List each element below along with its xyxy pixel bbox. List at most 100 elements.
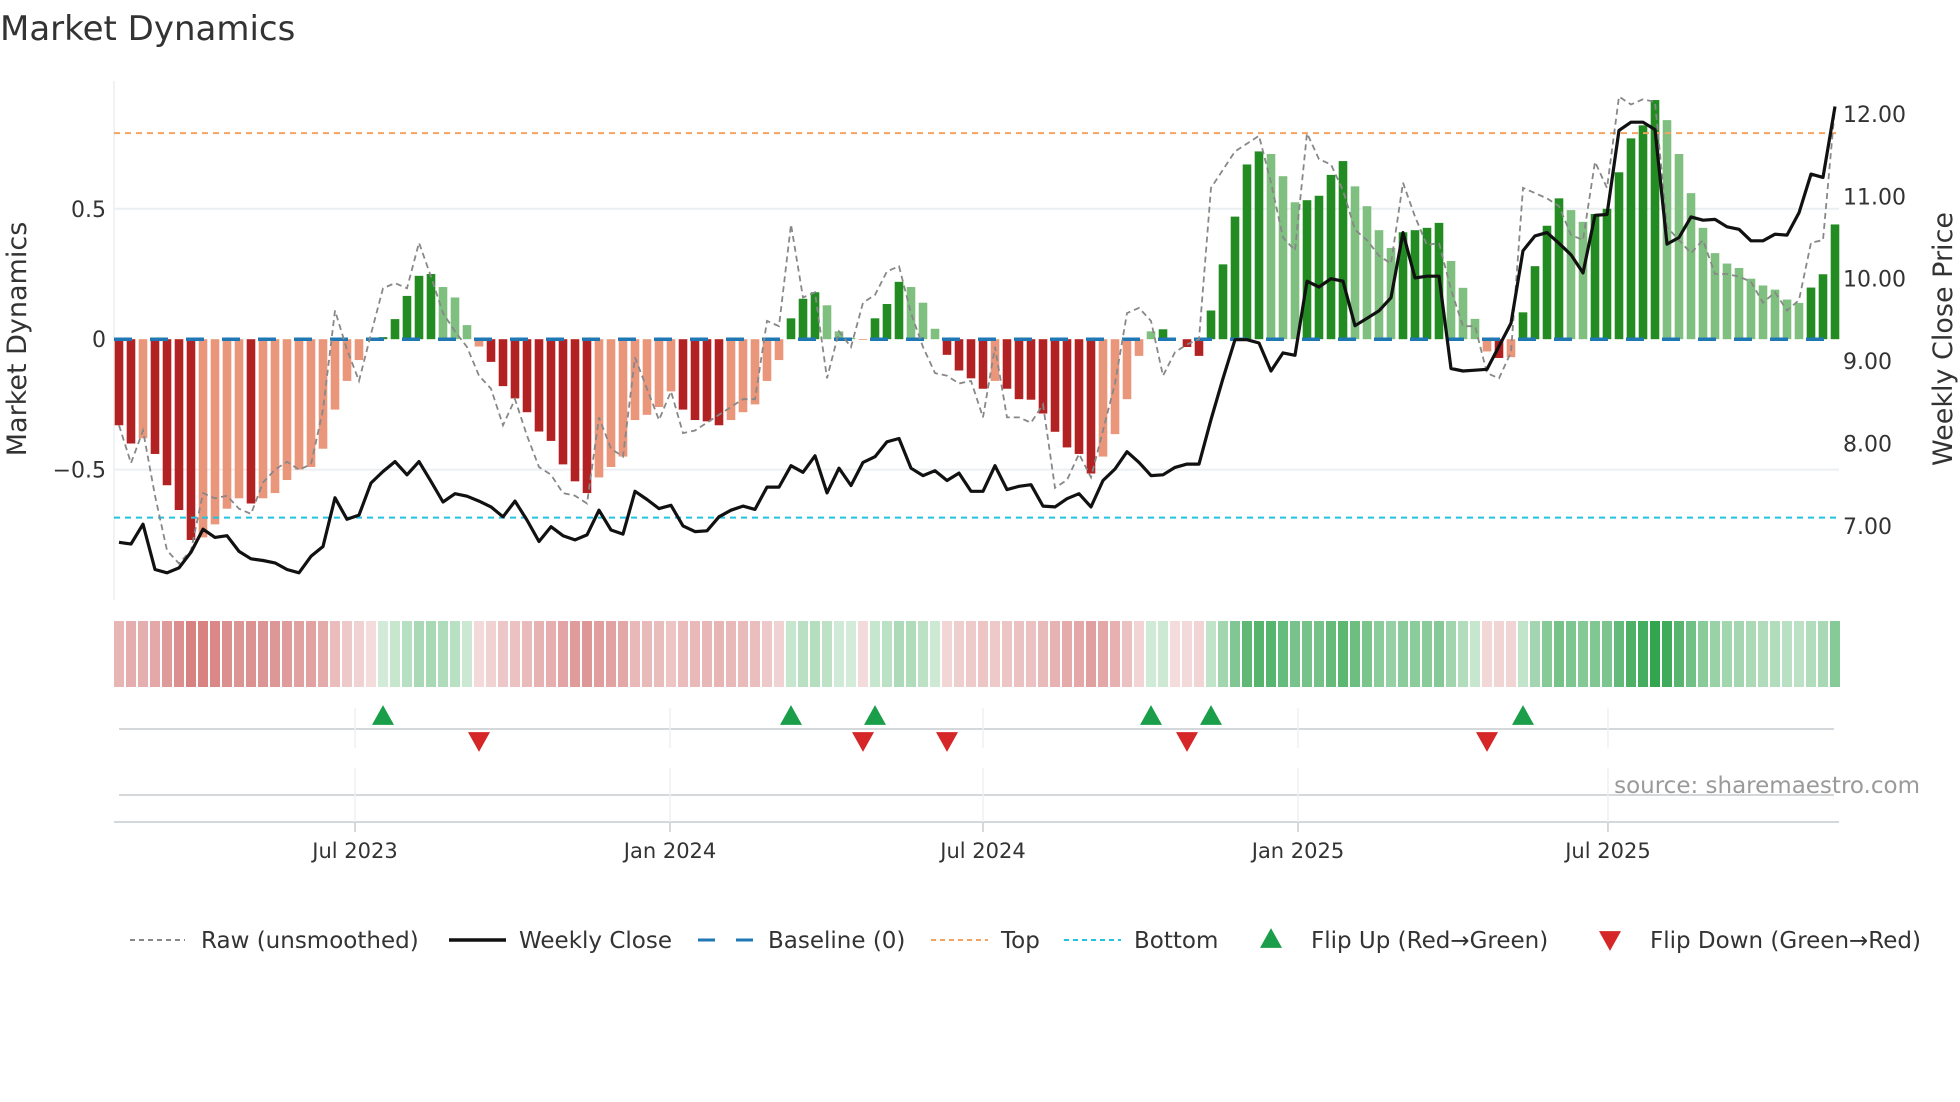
momentum-bar	[546, 339, 556, 441]
heatmap-cell	[1098, 621, 1108, 687]
heatmap-cell	[1170, 621, 1180, 687]
heatmap-cell	[342, 621, 352, 687]
momentum-bar	[1638, 125, 1648, 340]
momentum-bar	[522, 339, 532, 413]
momentum-bar	[966, 339, 976, 379]
heatmap-cell	[582, 621, 592, 687]
momentum-bar	[510, 339, 520, 399]
heatmap-cell	[1230, 621, 1240, 687]
momentum-bar	[1314, 195, 1324, 340]
heatmap-cell	[1002, 621, 1012, 687]
heatmap-cell	[1470, 621, 1480, 687]
source-attribution: source: sharemaestro.com	[1614, 773, 1920, 799]
momentum-bar	[1818, 274, 1828, 340]
x-axis-ticks: Jul 2023 Jan 2024 Jul 2024 Jan 2025 Jul 2025	[310, 839, 1650, 863]
momentum-bar	[318, 339, 328, 449]
momentum-bar	[1830, 224, 1840, 340]
momentum-bar	[1086, 339, 1096, 474]
momentum-bar	[942, 339, 952, 355]
heatmap-cell	[702, 621, 712, 687]
heatmap-cell	[114, 621, 124, 687]
momentum-bar	[414, 275, 424, 340]
heatmap-cell	[1158, 621, 1168, 687]
momentum-bar	[702, 339, 712, 422]
heatmap-cell	[942, 621, 952, 687]
heatmap-cell	[138, 621, 148, 687]
heatmap-cell	[642, 621, 652, 687]
y-axis-label: Market Dynamics	[2, 222, 33, 457]
heatmap-cell	[1326, 621, 1336, 687]
momentum-bar	[786, 318, 796, 340]
heatmap-cell	[1038, 621, 1048, 687]
y2-tick-label: 7.00	[1843, 515, 1892, 540]
heatmap-cell	[654, 621, 664, 687]
momentum-bar	[882, 303, 892, 340]
heatmap-cell	[1146, 621, 1156, 687]
right-y-axis-ticks: 12.00 11.00 10.00 9.00 8.00 7.00	[1843, 103, 1906, 540]
flip-up-marker	[372, 705, 394, 725]
heatmap-cell	[1374, 621, 1384, 687]
heatmap-cell	[234, 621, 244, 687]
momentum-bar	[1554, 198, 1564, 340]
heatmap-cell	[570, 621, 580, 687]
momentum-bar	[486, 339, 496, 362]
momentum-bar	[1254, 151, 1264, 340]
momentum-bar	[810, 292, 820, 340]
momentum-bar	[1374, 230, 1384, 340]
heatmap-cell	[978, 621, 988, 687]
heatmap-cell	[510, 621, 520, 687]
heatmap-cell	[126, 621, 136, 687]
heatmap-cell	[1482, 621, 1492, 687]
momentum-bar	[1602, 208, 1612, 340]
x-tick-label: Jul 2025	[1563, 839, 1650, 863]
heatmap-cell	[1110, 621, 1120, 687]
heatmap-cell	[474, 621, 484, 687]
legend-label: Top	[1000, 928, 1040, 954]
momentum-bar	[1326, 174, 1336, 340]
momentum-bar	[1050, 339, 1060, 432]
heatmap-cell	[1458, 621, 1468, 687]
momentum-bar	[246, 339, 256, 504]
heatmap-cell	[462, 621, 472, 687]
legend-label: Weekly Close	[519, 928, 672, 954]
raw-unsmoothed-line	[118, 95, 1836, 565]
momentum-bar	[270, 339, 280, 494]
heatmap-cell	[450, 621, 460, 687]
heatmap-cell	[810, 621, 820, 687]
heatmap-cell	[1086, 621, 1096, 687]
heatmap-cell	[1290, 621, 1300, 687]
momentum-bar	[1062, 339, 1072, 448]
heatmap-cell	[1638, 621, 1648, 687]
y2-axis-label: Weekly Close Price	[1928, 212, 1959, 466]
heatmap-cell	[522, 621, 532, 687]
heatmap-cell	[318, 621, 328, 687]
momentum-bar	[222, 339, 232, 509]
heatmap-cell	[1050, 621, 1060, 687]
heatmap-cell	[1398, 621, 1408, 687]
momentum-bars	[114, 100, 1840, 541]
momentum-bar	[570, 339, 580, 482]
momentum-bar	[1026, 339, 1036, 400]
legend-flip-down-icon	[1599, 931, 1621, 951]
left-y-axis-ticks: 0.5 0 −0.5	[53, 198, 106, 484]
momentum-bar	[1218, 264, 1228, 340]
heatmap-cell	[246, 621, 256, 687]
momentum-bar	[1794, 302, 1804, 340]
heatmap-cell	[1542, 621, 1552, 687]
flip-up-marker	[780, 705, 802, 725]
heatmap-cell	[1566, 621, 1576, 687]
heatmap-cell	[210, 621, 220, 687]
heatmap-cell	[1278, 621, 1288, 687]
heatmap-cell	[270, 621, 280, 687]
momentum-bar	[1110, 339, 1120, 435]
heatmap-cell	[402, 621, 412, 687]
heatmap-cell	[186, 621, 196, 687]
heatmap-cell	[666, 621, 676, 687]
heatmap-cell	[546, 621, 556, 687]
y2-tick-label: 11.00	[1843, 185, 1906, 210]
flip-up-marker	[1140, 705, 1162, 725]
momentum-bar	[258, 339, 268, 499]
heatmap-cell	[630, 621, 640, 687]
heatmap-cell	[1650, 621, 1660, 687]
momentum-bar	[762, 339, 772, 381]
